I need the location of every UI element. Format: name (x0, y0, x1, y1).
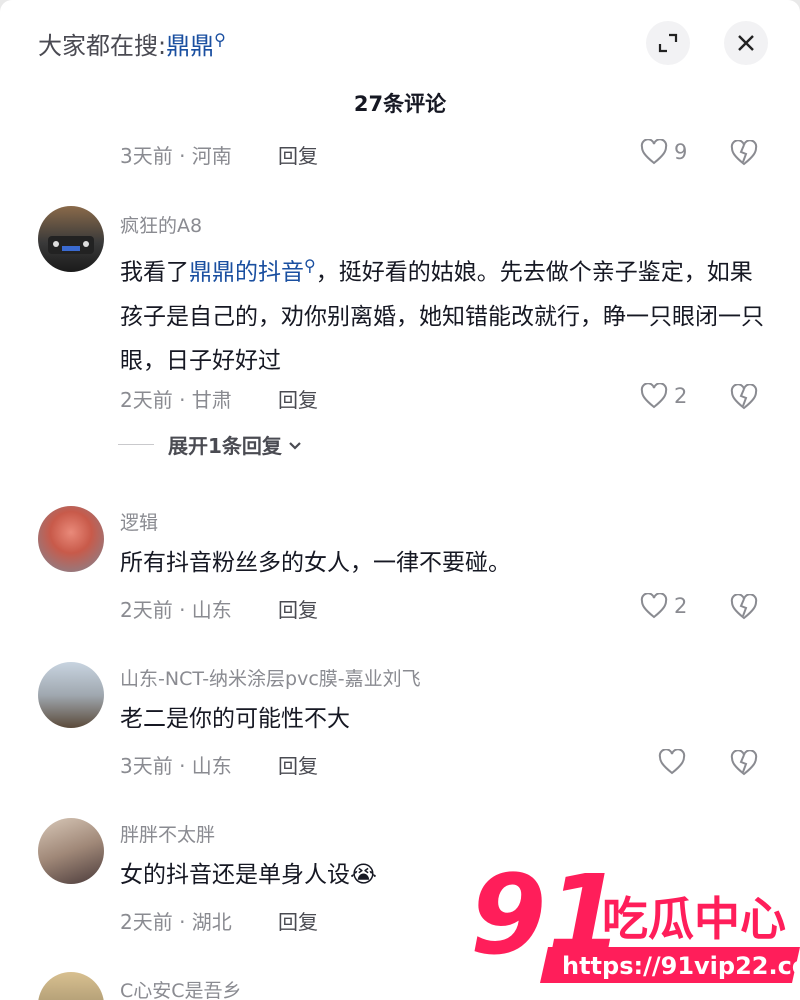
comment-meta: 3天前 · 山东 回复 (120, 750, 318, 779)
like-button[interactable]: 9 (640, 139, 687, 165)
heart-icon (658, 749, 686, 775)
reply-button[interactable]: 回复 (278, 750, 318, 779)
divider (118, 444, 154, 445)
time-location: 3天前 · 山东 (120, 754, 232, 778)
broken-heart-icon (730, 383, 758, 410)
broken-heart-icon (730, 139, 758, 166)
heart-icon (640, 139, 668, 165)
broken-heart-icon (730, 593, 758, 620)
username[interactable]: 胖胖不太胖 (120, 820, 215, 847)
expand-replies-button[interactable]: 展开1条回复 (118, 430, 304, 459)
search-icon: ⚲ (304, 256, 316, 275)
search-suggestion[interactable]: 大家都在搜:鼎鼎⚲ (38, 26, 226, 61)
comment-meta: 2天前 · 甘肃 回复 (120, 384, 318, 413)
comment-meta: 2天前 · 湖北 回复 (120, 906, 318, 935)
watermark-logo: 91 吃瓜中心 https://91vip22.com (470, 855, 800, 983)
watermark-url: https://91vip22.com (562, 952, 800, 980)
expand-icon (658, 33, 678, 53)
dislike-button[interactable] (730, 749, 758, 780)
avatar[interactable] (38, 972, 104, 1000)
like-count: 2 (674, 594, 688, 618)
time-location: 2天前 · 湖北 (120, 910, 232, 934)
dislike-button[interactable] (730, 139, 758, 170)
comment-sheet: 大家都在搜:鼎鼎⚲ 27条评论 3天前 · 河南 回复 9 疯狂的A8 我看了鼎… (0, 0, 800, 1000)
reply-button[interactable]: 回复 (278, 594, 318, 623)
comment-text: 我看了鼎鼎的抖音⚲，挺好看的姑娘。先去做个亲子鉴定，如果孩子是自己的，劝你别离婚… (120, 244, 770, 383)
reply-button[interactable]: 回复 (278, 140, 318, 169)
time-location: 2天前 · 甘肃 (120, 388, 232, 412)
comment-text: 老二是你的可能性不大 (120, 706, 350, 732)
comment-text-part: 女的抖音还是单身人设 (120, 862, 350, 888)
avatar[interactable] (38, 506, 104, 572)
reply-button[interactable]: 回复 (278, 384, 318, 413)
avatar[interactable] (38, 818, 104, 884)
watermark-brand: 吃瓜中心 (602, 892, 786, 946)
search-prefix: 大家都在搜: (38, 32, 167, 60)
username[interactable]: 逻辑 (120, 508, 158, 535)
comment-meta: 2天前 · 山东 回复 (120, 594, 318, 623)
reply-button[interactable]: 回复 (278, 906, 318, 935)
close-button[interactable] (724, 21, 768, 65)
expand-replies-label: 展开1条回复 (168, 434, 282, 458)
comment-count-title: 27条评论 (353, 92, 447, 116)
dislike-button[interactable] (730, 593, 758, 624)
comment-meta: 3天前 · 河南 回复 (120, 140, 318, 169)
username[interactable]: 疯狂的A8 (120, 211, 202, 238)
comment-link[interactable]: 鼎鼎的抖音 (189, 260, 304, 286)
time-location: 2天前 · 山东 (120, 598, 232, 622)
comment-text-part: 我看了 (120, 259, 189, 286)
search-icon: ⚲ (214, 30, 226, 49)
like-button[interactable]: 2 (640, 383, 687, 409)
like-button[interactable] (658, 749, 692, 775)
search-keyword[interactable]: 鼎鼎 (166, 32, 214, 60)
dislike-button[interactable] (730, 383, 758, 414)
like-button[interactable]: 2 (640, 593, 687, 619)
broken-heart-icon (730, 749, 758, 776)
crying-emoji: 😭 (350, 862, 377, 888)
like-count: 2 (674, 384, 688, 408)
avatar[interactable] (38, 662, 104, 728)
car-avatar-icon (48, 236, 94, 254)
close-icon (738, 35, 754, 51)
like-count: 9 (674, 140, 688, 164)
chevron-down-icon (289, 441, 301, 450)
fullscreen-button[interactable] (646, 21, 690, 65)
time-location: 3天前 · 河南 (120, 144, 232, 168)
username[interactable]: C心安C是吾乡 (120, 976, 242, 1000)
avatar[interactable] (38, 206, 104, 272)
comment-text: 所有抖音粉丝多的女人，一律不要碰。 (120, 550, 511, 576)
heart-icon (640, 593, 668, 619)
username[interactable]: 山东-NCT-纳米涂层pvc膜-嘉业刘飞 (120, 664, 421, 691)
heart-icon (640, 383, 668, 409)
